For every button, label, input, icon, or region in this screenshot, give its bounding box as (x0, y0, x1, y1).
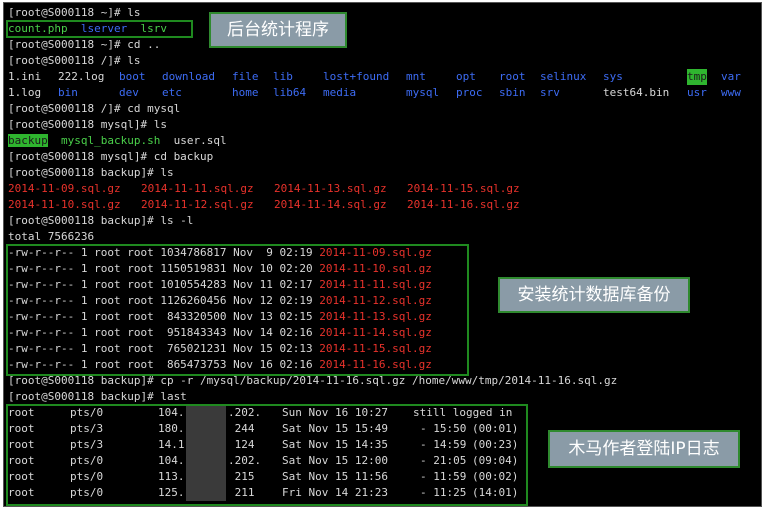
dir-entry: mnt (406, 70, 426, 83)
highlight-box-trojan (6, 404, 528, 506)
dir-entry: download (162, 70, 215, 83)
dir-entry: sys (603, 70, 623, 83)
prompt-line: [root@S000118 mysql]# cd backup (8, 150, 214, 163)
dir-entry: boot (119, 70, 146, 83)
dir-entry: proc (456, 86, 483, 99)
dir-entry: sbin (499, 86, 526, 99)
annotation-label-trojan: 木马作者登陆IP日志 (548, 430, 740, 468)
backup-file: 2014-11-12.sql.gz (141, 198, 254, 211)
dir-entry: tmp (687, 69, 707, 85)
dir-entry: file (232, 70, 259, 83)
dir-entry: home (232, 86, 259, 99)
backup-file: 2014-11-11.sql.gz (141, 182, 254, 195)
file-user-sql: user.sql (173, 134, 227, 147)
backup-file: 2014-11-13.sql.gz (274, 182, 387, 195)
dir-entry: media (323, 86, 357, 99)
prompt-line: [root@S000118 ~]# cd .. (8, 38, 161, 51)
dir-entry: selinux (540, 70, 587, 83)
highlight-box-backend (6, 20, 193, 38)
prompt-line: [root@S000118 /]# ls (8, 54, 141, 67)
dir-entry: 222.log (58, 70, 105, 83)
backup-file: 2014-11-09.sql.gz (8, 182, 121, 195)
prompt-line: [root@S000118 mysql]# ls (8, 118, 167, 131)
dir-entry: 1.log (8, 86, 42, 99)
prompt-line: [root@S000118 backup]# ls (8, 166, 174, 179)
dir-entry: bin (58, 86, 78, 99)
total-line: total 7566236 (8, 230, 95, 243)
dir-entry: www (721, 86, 741, 99)
dir-entry: etc (162, 86, 182, 99)
dir-entry: srv (540, 86, 560, 99)
dir-entry: lib (273, 70, 293, 83)
backup-file: 2014-11-16.sql.gz (407, 198, 520, 211)
file-mysql-backup-sh: mysql_backup.sh (61, 134, 161, 147)
dir-entry: var (721, 70, 741, 83)
dir-entry: root (499, 70, 526, 83)
dir-entry: test64.bin (603, 86, 670, 99)
highlight-box-backup (6, 244, 469, 376)
dir-entry: dev (119, 86, 139, 99)
dir-entry: lib64 (273, 86, 307, 99)
annotation-label-backend: 后台统计程序 (209, 12, 347, 48)
terminal-window[interactable]: [root@S000118 ~]# ls count.php lserver l… (3, 2, 762, 507)
mysql-ls-output: backup mysql_backup.sh user.sql (8, 133, 227, 149)
dir-entry: lost+found (323, 70, 390, 83)
dir-backup: backup (8, 134, 48, 147)
dir-entry: opt (456, 70, 476, 83)
dir-entry: usr (687, 86, 707, 99)
backup-file: 2014-11-15.sql.gz (407, 182, 520, 195)
prompt-line: [root@S000118 backup]# last (8, 390, 187, 403)
annotation-label-backup: 安装统计数据库备份 (498, 277, 690, 313)
backup-file: 2014-11-10.sql.gz (8, 198, 121, 211)
prompt-line: [root@S000118 /]# cd mysql (8, 102, 181, 115)
backup-file: 2014-11-14.sql.gz (274, 198, 387, 211)
prompt-line: [root@S000118 backup]# ls -l (8, 214, 194, 227)
prompt-line: [root@S000118 ~]# ls (8, 6, 141, 19)
dir-entry: mysql (406, 86, 440, 99)
dir-entry: 1.ini (8, 70, 42, 83)
